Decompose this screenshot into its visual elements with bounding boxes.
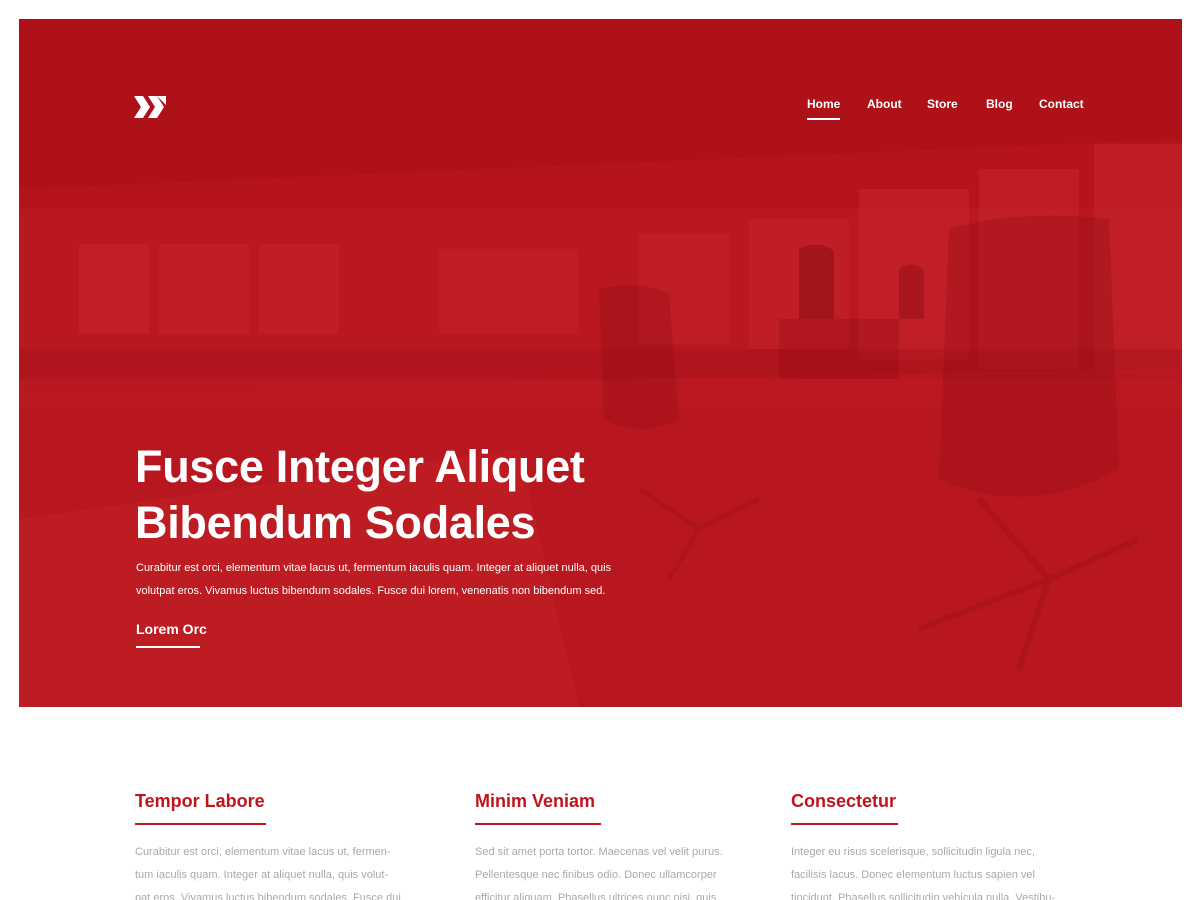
- feature-text-line: tum iaculis quam. Integer at aliquet nul…: [135, 869, 389, 881]
- nav-item-home[interactable]: Home: [807, 97, 841, 120]
- feature-text: Curabitur est orci, elementum vitae lacu…: [135, 841, 405, 900]
- hero-cta-link[interactable]: Lorem Orc: [136, 620, 207, 638]
- feature-text: Integer eu risus scelerisque, sollicitud…: [791, 841, 1061, 900]
- feature-title: Tempor Labore: [135, 791, 265, 811]
- feature-text-line: Integer eu risus scelerisque, sollicitud…: [791, 846, 1035, 858]
- feature-text-line: tincidunt. Phasellus sollicitudin vehicu…: [791, 892, 1056, 900]
- feature-title: Consectetur: [791, 791, 897, 811]
- feature-text-line: pat eros. Vivamus luctus bibendum sodale…: [135, 892, 401, 900]
- hero-title: Fusce Integer Aliquet Bibendum Sodales: [135, 439, 755, 551]
- features-section: Tempor Labore Curabitur est orci, elemen…: [0, 707, 1200, 900]
- hero-text-line1: Curabitur est orci, elementum vitae lacu…: [136, 562, 612, 574]
- feature-text-line: Curabitur est orci, elementum vitae lacu…: [135, 846, 391, 858]
- main-nav: Home About Store Blog Contact: [19, 97, 1182, 127]
- nav-item-store[interactable]: Store: [927, 97, 958, 111]
- feature-text-line: Pellentesque nec finibus odio. Donec ull…: [475, 869, 717, 881]
- feature-text-line: facilisis lacus. Donec elementum luctus …: [791, 869, 1035, 881]
- hero-text-line2: volutpat eros. Vivamus luctus bibendum s…: [136, 585, 606, 597]
- hero-section: Home About Store Blog Contact Fusce Inte…: [19, 19, 1182, 707]
- feature-text-line: efficitur aliquam. Phasellus ultrices nu…: [475, 892, 717, 900]
- feature-text-line: Sed sit amet porta tortor. Maecenas vel …: [475, 846, 723, 858]
- nav-item-about[interactable]: About: [867, 97, 902, 111]
- hero-title-line2: Bibendum Sodales: [135, 497, 536, 548]
- hero-description: Curabitur est orci, elementum vitae lacu…: [136, 557, 636, 603]
- feature-title-underline: [791, 823, 898, 825]
- hero-cta-underline: [136, 646, 200, 648]
- feature-title: Minim Veniam: [475, 791, 596, 811]
- nav-item-blog[interactable]: Blog: [986, 97, 1013, 111]
- hero-title-line1: Fusce Integer Aliquet: [135, 441, 585, 492]
- nav-item-contact[interactable]: Contact: [1039, 97, 1084, 111]
- feature-text: Sed sit amet porta tortor. Maecenas vel …: [475, 841, 745, 900]
- feature-title-underline: [475, 823, 601, 825]
- feature-title-underline: [135, 823, 266, 825]
